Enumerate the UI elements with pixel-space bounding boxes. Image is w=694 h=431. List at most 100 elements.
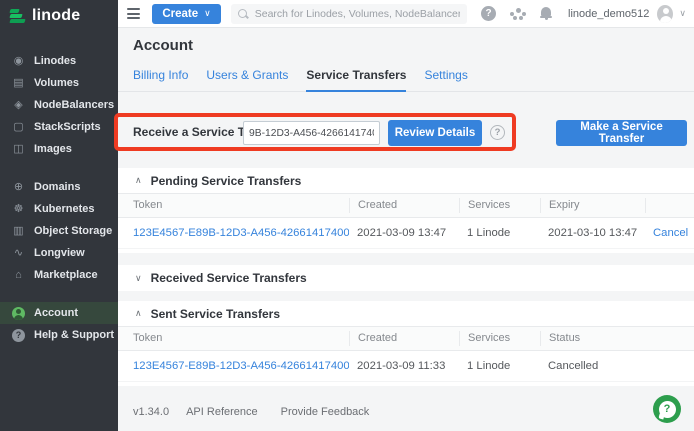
- main-content: Account Billing Info Users & Grants Serv…: [118, 28, 694, 431]
- column-header-created: Created: [349, 331, 459, 346]
- chat-question-icon: ?: [659, 401, 676, 418]
- topbar: Create ∨ ? linode_demo512 ∨: [118, 0, 694, 28]
- caret-up-icon: ∧: [135, 175, 142, 186]
- sidebar-item-label: Help & Support: [34, 329, 114, 341]
- column-header-token: Token: [118, 198, 349, 213]
- account-person-icon: [12, 307, 25, 320]
- sidebar-item-marketplace[interactable]: ⌂ Marketplace: [0, 264, 118, 286]
- linode-logo-text: linode: [32, 7, 80, 25]
- object-storage-icon: ▥: [12, 226, 25, 237]
- sent-status-cell: Cancelled: [540, 360, 694, 372]
- account-tabs: Billing Info Users & Grants Service Tran…: [118, 61, 694, 92]
- sidebar-item-object-storage[interactable]: ▥ Object Storage: [0, 220, 118, 242]
- search-input[interactable]: [255, 8, 460, 20]
- page-title: Account: [133, 37, 193, 54]
- linode-cloud-manager: linode ◉ Linodes ▤ Volumes ◈ NodeBalance…: [0, 0, 694, 431]
- sidebar-item-longview[interactable]: ∿ Longview: [0, 242, 118, 264]
- caret-up-icon: ∧: [135, 308, 142, 319]
- column-header-services: Services: [459, 331, 540, 346]
- sidebar: linode ◉ Linodes ▤ Volumes ◈ NodeBalance…: [0, 0, 118, 431]
- volumes-icon: ▤: [12, 78, 25, 89]
- pending-created-cell: 2021-03-09 13:47: [349, 227, 459, 239]
- sidebar-item-label: Object Storage: [34, 225, 112, 237]
- notifications-bell-icon[interactable]: [540, 7, 552, 20]
- pending-services-cell: 1 Linode: [459, 227, 540, 239]
- section-title: Received Service Transfers: [151, 271, 307, 285]
- sent-table-header: Token Created Services Status: [118, 326, 694, 351]
- sent-services-cell: 1 Linode: [459, 360, 540, 372]
- search-icon: [238, 9, 248, 19]
- global-search[interactable]: [231, 4, 467, 24]
- sent-created-cell: 2021-03-09 11:33: [349, 360, 459, 372]
- transfer-help-icon[interactable]: ?: [490, 125, 505, 140]
- tab-users-grants[interactable]: Users & Grants: [206, 68, 288, 91]
- sidebar-item-label: StackScripts: [34, 121, 101, 133]
- column-header-created: Created: [349, 198, 459, 213]
- sidebar-item-stackscripts[interactable]: ▢ StackScripts: [0, 116, 118, 138]
- sidebar-item-volumes[interactable]: ▤ Volumes: [0, 72, 118, 94]
- sidebar-item-linodes[interactable]: ◉ Linodes: [0, 50, 118, 72]
- user-avatar[interactable]: [657, 5, 673, 23]
- sidebar-item-label: Linodes: [34, 55, 76, 67]
- sidebar-item-nodebalancers[interactable]: ◈ NodeBalancers: [0, 94, 118, 116]
- hamburger-menu-icon[interactable]: [127, 8, 140, 19]
- provide-feedback-link[interactable]: Provide Feedback: [281, 406, 370, 418]
- received-section-toggle[interactable]: ∨ Received Service Transfers: [118, 265, 694, 291]
- create-button-label: Create: [162, 8, 198, 20]
- community-icon[interactable]: [510, 8, 526, 20]
- column-header-status: Status: [540, 331, 694, 346]
- pending-table-header: Token Created Services Expiry: [118, 193, 694, 218]
- transfer-token-input[interactable]: [243, 121, 380, 145]
- sidebar-item-label: Marketplace: [34, 269, 98, 281]
- sidebar-item-label: Volumes: [34, 77, 79, 89]
- column-header-expiry: Expiry: [540, 198, 645, 213]
- create-button[interactable]: Create ∨: [152, 4, 220, 24]
- longview-icon: ∿: [12, 248, 25, 259]
- pending-token-link[interactable]: 123E4567-E89B-12D3-A456-426614174000: [133, 227, 349, 239]
- marketplace-icon: ⌂: [12, 270, 25, 281]
- sidebar-item-help-support[interactable]: ? Help & Support: [0, 324, 118, 346]
- pending-table-row: 123E4567-E89B-12D3-A456-426614174000 202…: [118, 218, 694, 249]
- sidebar-item-label: Longview: [34, 247, 85, 259]
- sidebar-item-domains[interactable]: ⊕ Domains: [0, 176, 118, 198]
- kubernetes-icon: ☸: [12, 204, 25, 215]
- app-version[interactable]: v1.34.0: [133, 406, 169, 418]
- column-header-services: Services: [459, 198, 540, 213]
- sidebar-item-kubernetes[interactable]: ☸ Kubernetes: [0, 198, 118, 220]
- make-service-transfer-button[interactable]: Make a Service Transfer: [556, 120, 687, 146]
- tab-billing-info[interactable]: Billing Info: [133, 68, 188, 91]
- cancel-transfer-link[interactable]: Cancel: [653, 227, 688, 239]
- username[interactable]: linode_demo512: [568, 8, 649, 20]
- sidebar-item-label: NodeBalancers: [34, 99, 114, 111]
- sidebar-item-label: Account: [34, 307, 78, 319]
- nodebalancers-icon: ◈: [12, 100, 25, 111]
- linode-logo[interactable]: linode: [0, 0, 118, 32]
- tab-service-transfers[interactable]: Service Transfers: [306, 68, 406, 92]
- sidebar-item-label: Kubernetes: [34, 203, 95, 215]
- sidebar-item-images[interactable]: ◫ Images: [0, 138, 118, 160]
- topbar-help-icon[interactable]: ?: [481, 6, 496, 21]
- pending-transfers-section: ∧ Pending Service Transfers Token Create…: [118, 168, 694, 253]
- column-header-actions: [645, 198, 694, 213]
- review-details-button[interactable]: Review Details: [388, 120, 482, 146]
- tab-settings[interactable]: Settings: [424, 68, 467, 91]
- sent-table-row: 123E4567-E89B-12D3-A456-426614174001 202…: [118, 351, 694, 382]
- domains-icon: ⊕: [12, 182, 25, 193]
- pending-expiry-cell: 2021-03-10 13:47: [540, 227, 645, 239]
- sent-token-link[interactable]: 123E4567-E89B-12D3-A456-426614174001: [133, 360, 349, 372]
- section-title: Sent Service Transfers: [151, 307, 280, 321]
- column-header-token: Token: [118, 331, 349, 346]
- footer: v1.34.0 API Reference Provide Feedback: [133, 406, 369, 418]
- sent-section-toggle[interactable]: ∧ Sent Service Transfers: [118, 301, 694, 326]
- api-reference-link[interactable]: API Reference: [186, 406, 258, 418]
- chevron-down-icon: ∨: [204, 8, 211, 19]
- user-menu-chevron-icon[interactable]: ∨: [679, 8, 686, 19]
- section-title: Pending Service Transfers: [151, 174, 302, 188]
- pending-section-toggle[interactable]: ∧ Pending Service Transfers: [118, 168, 694, 193]
- chat-help-button[interactable]: ?: [653, 395, 681, 423]
- sidebar-item-label: Domains: [34, 181, 80, 193]
- images-icon: ◫: [12, 144, 25, 155]
- sidebar-item-account[interactable]: Account: [0, 302, 118, 324]
- linodes-icon: ◉: [12, 56, 25, 67]
- stackscripts-icon: ▢: [12, 122, 25, 133]
